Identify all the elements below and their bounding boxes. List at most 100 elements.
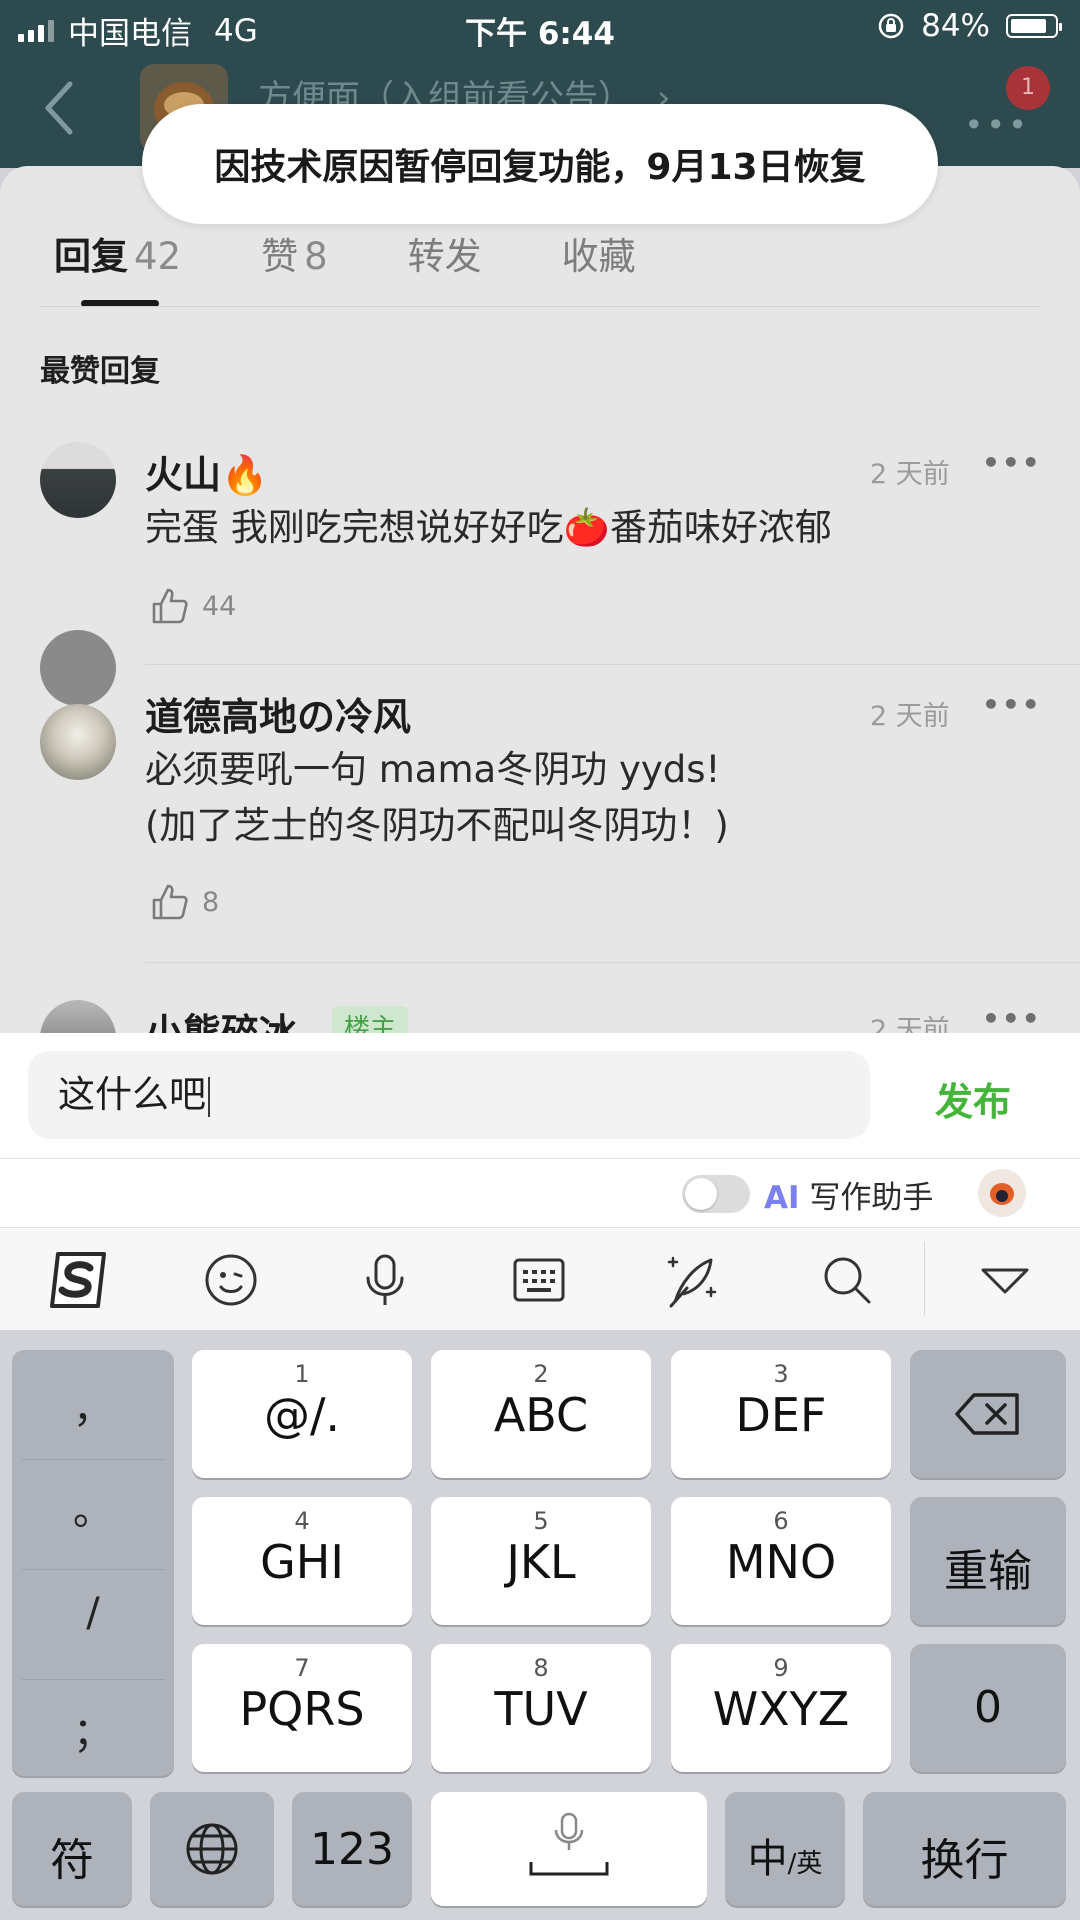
commenter-name[interactable]: 道德高地の冷风 [145, 686, 411, 741]
key-letters: ABC [493, 1388, 589, 1442]
status-bar: 中国电信 4G 下午 6:44 84% [0, 0, 1080, 56]
commenter-avatar[interactable] [40, 1000, 116, 1036]
key-3[interactable]: 3 DEF [671, 1350, 891, 1478]
ai-assistant-bar: AI 写作助手 [0, 1158, 1080, 1227]
key-letters: GHI [260, 1535, 344, 1589]
newline-key[interactable]: 换行 [863, 1792, 1066, 1906]
backspace-key[interactable] [910, 1350, 1066, 1478]
commenter-avatar[interactable] [40, 704, 116, 780]
reenter-key[interactable]: 重输 [910, 1497, 1066, 1625]
tabs-divider [40, 306, 1040, 307]
commenter-name[interactable]: 火山🔥 [145, 444, 268, 499]
punct-divider [22, 1569, 164, 1570]
commenter-avatar[interactable] [40, 442, 116, 518]
collapse-keyboard-icon[interactable] [977, 1252, 1033, 1308]
symbols-label: 符 [50, 1835, 94, 1886]
toolbar-separator [924, 1242, 925, 1316]
notification-badge: 1 [1006, 66, 1050, 110]
tab-reposts[interactable]: 转发 [408, 226, 482, 280]
tab-replies-count: 42 [134, 235, 182, 278]
punct-divider [22, 1459, 164, 1460]
thumbs-up-icon [152, 588, 188, 624]
key-4[interactable]: 4 GHI [192, 1497, 412, 1625]
reply-input-value: 这什么吧 [58, 1073, 206, 1116]
commenter-name[interactable]: 小熊碎冰 [145, 1002, 297, 1036]
rotation-lock-icon [878, 13, 904, 39]
symbols-key[interactable]: 符 [12, 1792, 132, 1906]
avatar[interactable] [40, 630, 116, 706]
tab-likes[interactable]: 赞8 [261, 226, 328, 280]
handwriting-icon[interactable] [665, 1252, 721, 1308]
microphone-icon[interactable] [357, 1252, 413, 1308]
status-right: 84% [877, 8, 1062, 44]
numbers-key[interactable]: 123 [292, 1792, 412, 1906]
space-key[interactable] [431, 1792, 707, 1906]
tab-likes-label: 赞 [261, 235, 299, 278]
reply-composer: 这什么吧 发布 [0, 1033, 1080, 1158]
keyboard: ， 。 / ； 1 @/. 2 ABC 3 DEF 4 GHI 5 JKL 6 … [0, 1330, 1080, 1920]
key-9[interactable]: 9 WXYZ [671, 1644, 891, 1772]
tab-favorites-label: 收藏 [561, 235, 636, 278]
reenter-label: 重输 [944, 1546, 1032, 1597]
like-count: 8 [202, 886, 220, 918]
key-letters: DEF [735, 1388, 827, 1442]
lang-main: 中 [747, 1836, 788, 1882]
key-letters: TUV [494, 1682, 588, 1736]
key-number: 1 [294, 1360, 310, 1388]
key-number: 8 [533, 1654, 549, 1682]
language-switch-key[interactable]: 中/英 [725, 1792, 845, 1906]
ai-assistant-text: 写作助手 [809, 1180, 934, 1216]
punct-key-slash[interactable]: / [12, 1590, 174, 1696]
globe-key[interactable] [150, 1792, 274, 1906]
key-5[interactable]: 5 JKL [431, 1497, 651, 1625]
zero-label: 0 [974, 1682, 1002, 1733]
toast-message: 因技术原因暂停回复功能，9月13日恢复 [142, 104, 938, 224]
assistant-avatar-icon[interactable] [978, 1169, 1026, 1217]
key-number: 9 [773, 1654, 789, 1682]
comment-time: 2 天前 [870, 1015, 950, 1036]
key-number: 2 [533, 1360, 549, 1388]
key-letters: @/. [263, 1388, 341, 1442]
punct-key-comma[interactable]: ， [12, 1376, 174, 1482]
key-number: 7 [294, 1654, 310, 1682]
ai-assistant-toggle[interactable] [682, 1175, 750, 1213]
comment-more-icon[interactable]: ••• [982, 446, 1042, 479]
key-6[interactable]: 6 MNO [671, 1497, 891, 1625]
comment-divider [145, 962, 1080, 963]
key-1[interactable]: 1 @/. [192, 1350, 412, 1478]
comment-text: 完蛋 我刚吃完想说好好吃🍅番茄味好浓郁 [145, 506, 832, 549]
like-button[interactable]: 8 [150, 882, 219, 922]
key-2[interactable]: 2 ABC [431, 1350, 651, 1478]
tab-favorites[interactable]: 收藏 [562, 226, 636, 280]
tab-reposts-label: 转发 [407, 235, 482, 278]
punct-key-semicolon[interactable]: ； [12, 1700, 174, 1806]
like-button[interactable]: 44 [150, 586, 236, 626]
ai-text: AI [764, 1180, 800, 1216]
search-icon[interactable] [819, 1252, 875, 1308]
key-7[interactable]: 7 PQRS [192, 1644, 412, 1772]
globe-icon [186, 1823, 238, 1875]
more-icon[interactable]: ••• [964, 106, 1030, 144]
key-0[interactable]: 0 [910, 1644, 1066, 1772]
tab-bar: 回复 42 赞8 转发 收藏 [54, 226, 716, 280]
key-8[interactable]: 8 TUV [431, 1644, 651, 1772]
comment-more-icon[interactable]: ••• [982, 1002, 1042, 1035]
tab-replies-label: 回复 [54, 235, 128, 278]
key-letters: PQRS [239, 1682, 365, 1736]
battery-percent: 84% [921, 8, 990, 44]
key-number: 3 [773, 1360, 789, 1388]
punctuation-column: ， 。 / ； [12, 1350, 174, 1776]
tab-replies[interactable]: 回复 42 [54, 226, 181, 280]
comment-more-icon[interactable]: ••• [982, 688, 1042, 721]
publish-button[interactable]: 发布 [935, 1071, 1011, 1126]
reply-input[interactable]: 这什么吧 [28, 1051, 870, 1139]
key-number: 5 [533, 1507, 549, 1535]
keyboard-icon[interactable] [511, 1252, 567, 1308]
back-icon[interactable] [36, 78, 84, 138]
comment-text-line2: (加了芝士的冬阴功不配叫冬阴功！) [145, 804, 729, 847]
lang-sub: /英 [787, 1849, 823, 1879]
sogou-logo-icon[interactable] [46, 1248, 110, 1312]
ai-assistant-label[interactable]: AI 写作助手 [764, 1172, 933, 1217]
emoji-icon[interactable] [203, 1252, 259, 1308]
punct-divider [22, 1679, 164, 1680]
